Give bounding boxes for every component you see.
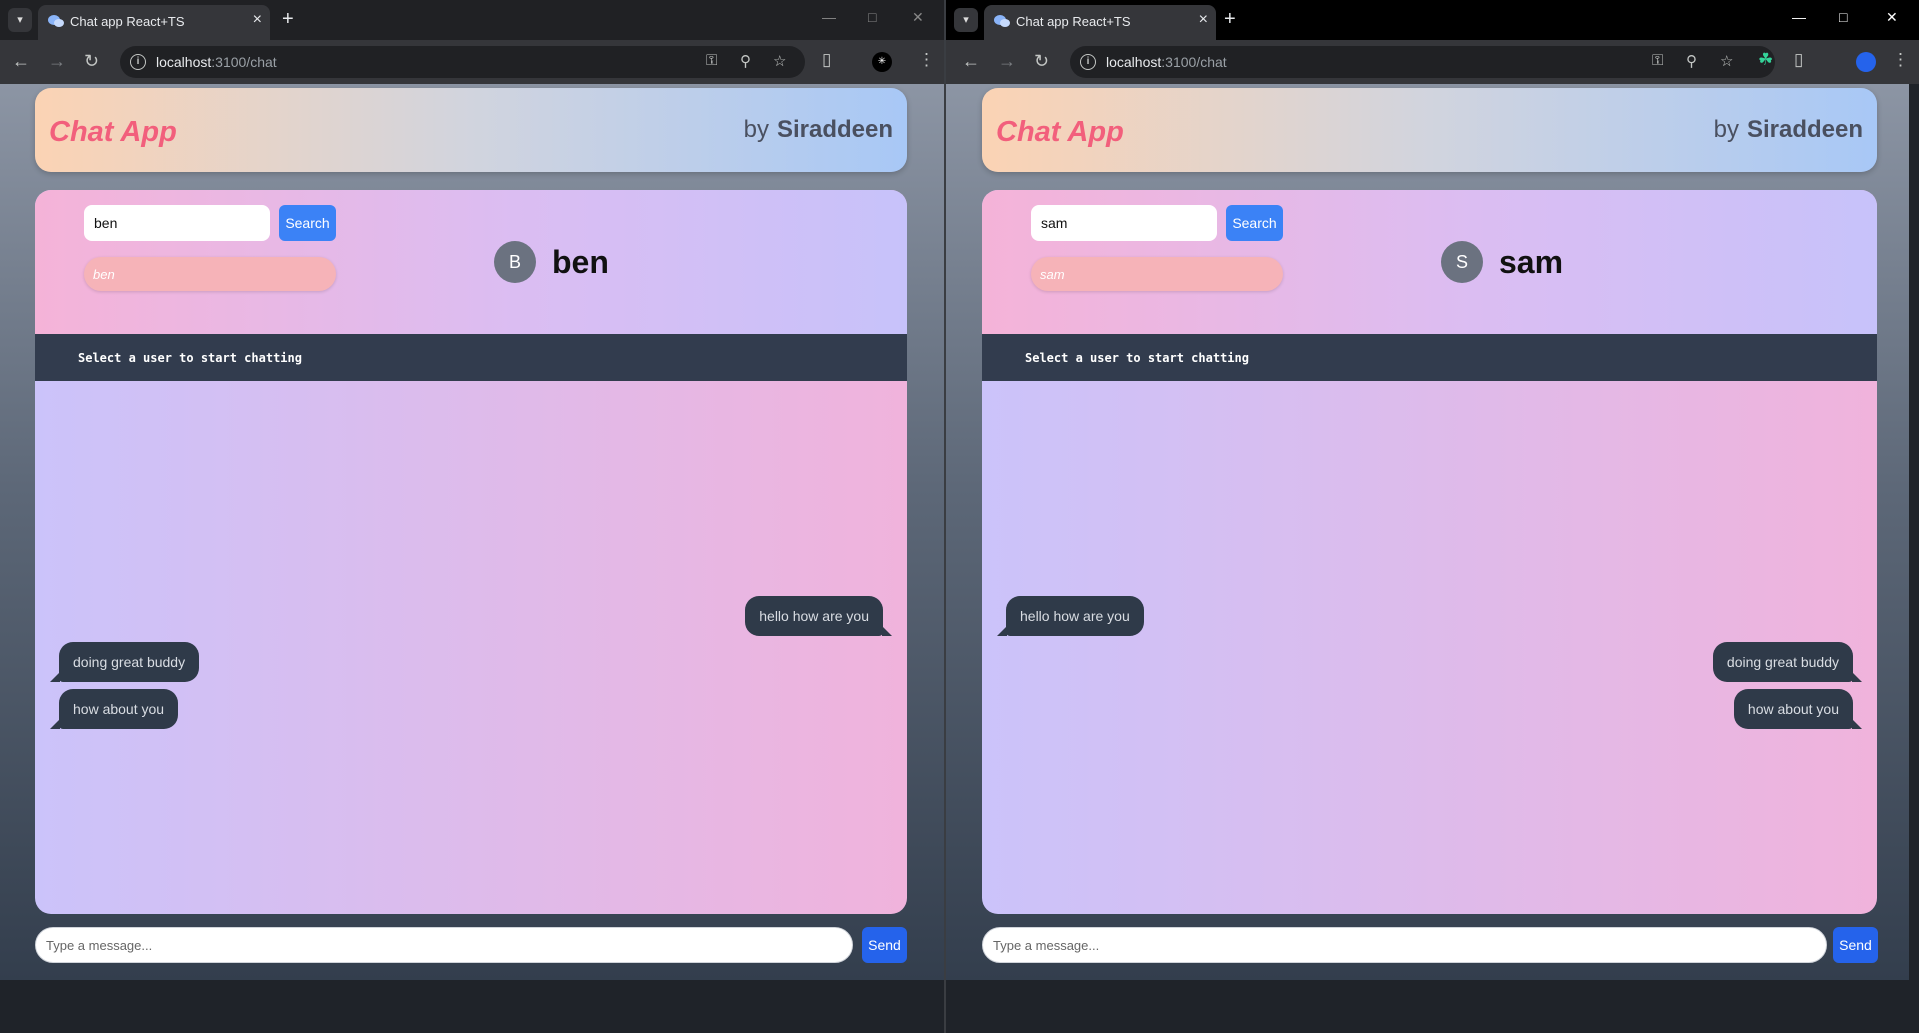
reload-icon[interactable]: ↻: [1034, 50, 1049, 72]
tab-title: Chat app React+TS: [1016, 14, 1131, 29]
app-title: Chat App: [49, 116, 177, 148]
password-key-icon[interactable]: ⚿: [1652, 52, 1663, 69]
status-bar: Select a user to start chatting: [35, 334, 907, 381]
message-bubble: how about you: [1733, 689, 1862, 729]
zoom-icon[interactable]: ⚲: [740, 52, 751, 70]
message-text: how about you: [1747, 701, 1839, 717]
message-text: hello how are you: [1020, 608, 1130, 624]
bookmark-star-icon[interactable]: ☆: [1720, 52, 1733, 70]
close-icon[interactable]: ×: [253, 11, 262, 29]
profile-avatar-icon[interactable]: [1856, 52, 1876, 72]
browser-tab[interactable]: Chat app React+TS ×: [984, 5, 1216, 40]
send-button[interactable]: Send: [862, 927, 907, 963]
back-icon[interactable]: ←: [12, 50, 30, 72]
close-icon[interactable]: ×: [1199, 11, 1208, 29]
message-text: doing great buddy: [73, 654, 186, 670]
message-bubble: doing great buddy: [50, 642, 200, 682]
reload-icon[interactable]: ↻: [84, 50, 99, 72]
browser-window-right: ▾ Chat app React+TS × + — □ ✕ ← → ↻ i lo…: [946, 0, 1919, 1033]
chat-user-name: sam: [1499, 244, 1564, 280]
extensions-icon[interactable]: ▯: [822, 50, 831, 70]
message-input[interactable]: [982, 927, 1827, 963]
avatar: S: [1441, 241, 1483, 283]
tab-search-button[interactable]: ▾: [954, 8, 978, 32]
author-credit: by Siraddeen: [1713, 116, 1863, 143]
app-title: Chat App: [996, 116, 1124, 148]
minimize-icon[interactable]: —: [822, 9, 836, 25]
status-bar: Select a user to start chatting: [982, 334, 1877, 381]
app-header: Chat App by Siraddeen: [982, 88, 1877, 172]
extensions-icon[interactable]: ▯: [1794, 50, 1803, 70]
minimize-icon[interactable]: —: [1792, 9, 1806, 25]
tab-title: Chat app React+TS: [70, 14, 185, 29]
message-text: how about you: [73, 701, 165, 717]
status-text: Select a user to start chatting: [1025, 351, 1249, 365]
bookmark-star-icon[interactable]: ☆: [773, 52, 786, 70]
chat-favicon-icon: [994, 15, 1010, 27]
page-viewport: Chat App bySiraddeen Search sam S sam Se…: [946, 84, 1909, 980]
profile-avatar-icon[interactable]: ✳: [872, 52, 892, 72]
tab-search-button[interactable]: ▾: [8, 8, 32, 32]
window-close-icon[interactable]: ✕: [912, 9, 924, 26]
forward-icon[interactable]: →: [48, 50, 66, 72]
author-name: Siraddeen: [1746, 116, 1863, 143]
maximize-icon[interactable]: □: [868, 9, 876, 25]
chat-panel: Search sam S sam Select a user to start …: [982, 190, 1877, 914]
extension-icon[interactable]: ☘: [1758, 50, 1773, 70]
search-button[interactable]: Search: [1226, 205, 1283, 241]
address-bar[interactable]: i localhost:3100/chat ⚿ ⚲ ☆: [1070, 46, 1775, 78]
message-bubble: how about you: [50, 689, 179, 729]
chat-panel: Search ben B ben Select a user to start …: [35, 190, 907, 914]
message-bubble: doing great buddy: [1712, 642, 1862, 682]
user-search-input[interactable]: [1031, 205, 1217, 241]
search-button[interactable]: Search: [279, 205, 336, 241]
url-text: localhost:3100/chat: [156, 54, 277, 70]
chat-panel-top: Search ben B ben: [35, 190, 907, 334]
browser-toolbar: ← → ↻ i localhost:3100/chat ⚿ ⚲ ☆ ☘ ▯ ⋮: [946, 40, 1919, 84]
app-header: Chat App by Siraddeen: [35, 88, 907, 172]
chat-user-name: ben: [552, 244, 609, 280]
user-search-input[interactable]: [84, 205, 270, 241]
search-result-label: sam: [1040, 267, 1065, 282]
chat-panel-top: Search sam S sam: [982, 190, 1877, 334]
author-name: Siraddeen: [776, 116, 893, 143]
chat-favicon-icon: [48, 15, 64, 27]
page-footer-strip: [946, 980, 1919, 1033]
author-credit: by Siraddeen: [743, 116, 893, 143]
menu-dots-icon[interactable]: ⋮: [1892, 50, 1909, 70]
search-result-item[interactable]: ben: [84, 257, 336, 291]
url-text: localhost:3100/chat: [1106, 54, 1227, 70]
message-input[interactable]: [35, 927, 853, 963]
message-text: doing great buddy: [1726, 654, 1839, 670]
search-result-item[interactable]: sam: [1031, 257, 1283, 291]
forward-icon[interactable]: →: [998, 50, 1016, 72]
tab-bar: ▾ Chat app React+TS × + — □ ✕: [946, 0, 1919, 40]
back-icon[interactable]: ←: [962, 50, 980, 72]
window-close-icon[interactable]: ✕: [1886, 9, 1898, 26]
password-key-icon[interactable]: ⚿: [706, 52, 717, 69]
message-bubble: hello how are you: [997, 596, 1144, 636]
browser-tab[interactable]: Chat app React+TS ×: [38, 5, 270, 40]
new-tab-icon[interactable]: +: [1224, 8, 1236, 30]
page-viewport: Chat App bySiraddeen Search ben B ben Se…: [0, 84, 944, 980]
site-info-icon[interactable]: i: [130, 54, 146, 70]
tab-bar: ▾ Chat app React+TS × + — □ ✕: [0, 0, 944, 40]
message-text: hello how are you: [759, 608, 869, 624]
search-result-label: ben: [93, 267, 115, 282]
page-footer-strip: [0, 980, 944, 1033]
avatar: B: [494, 241, 536, 283]
maximize-icon[interactable]: □: [1839, 9, 1847, 25]
scrollbar[interactable]: [1909, 84, 1919, 1033]
browser-window-left: ▾ Chat app React+TS × + — □ ✕ ← → ↻ i lo…: [0, 0, 944, 1033]
browser-toolbar: ← → ↻ i localhost:3100/chat ⚿ ⚲ ☆ ▯ ✳ ⋮: [0, 40, 944, 84]
menu-dots-icon[interactable]: ⋮: [918, 50, 935, 70]
site-info-icon[interactable]: i: [1080, 54, 1096, 70]
message-bubble: hello how are you: [745, 596, 892, 636]
status-text: Select a user to start chatting: [78, 351, 302, 365]
new-tab-icon[interactable]: +: [282, 8, 294, 30]
zoom-icon[interactable]: ⚲: [1686, 52, 1697, 70]
send-button[interactable]: Send: [1833, 927, 1878, 963]
address-bar[interactable]: i localhost:3100/chat ⚿ ⚲ ☆: [120, 46, 805, 78]
